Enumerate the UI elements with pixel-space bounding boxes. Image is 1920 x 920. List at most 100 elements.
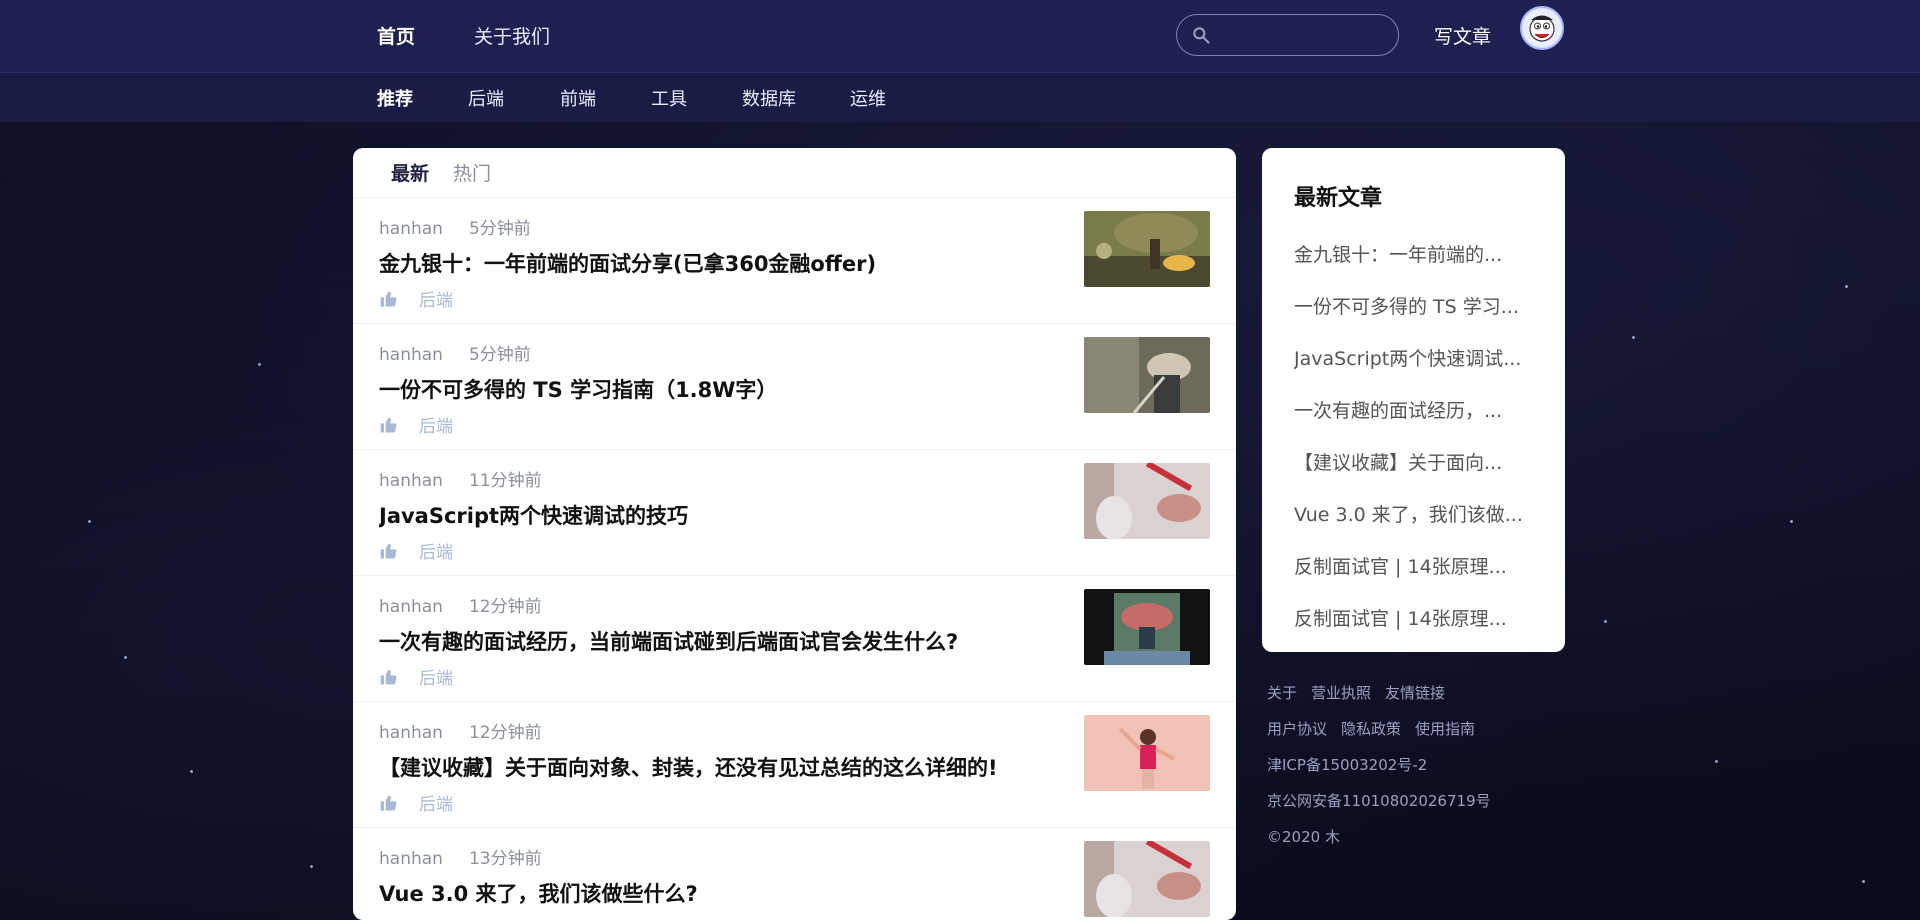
latest-articles-title: 最新文章 xyxy=(1294,186,1383,211)
article-item[interactable]: hanhan 5分钟前 金九银十：一年前端的面试分享(已拿360金融offer) … xyxy=(353,198,1236,324)
latest-article-link[interactable]: 反制面试官 | 14张原理... xyxy=(1294,604,1539,656)
footer-police-record[interactable]: 京公网安备11010802026719号 xyxy=(1267,790,1567,811)
thumbnail-painting-image xyxy=(1084,841,1210,917)
article-title[interactable]: 一份不可多得的 TS 学习指南（1.8W字） xyxy=(379,374,1059,404)
article-author[interactable]: hanhan xyxy=(379,723,443,743)
category-backend[interactable]: 后端 xyxy=(468,85,504,111)
latest-article-link[interactable]: 反制面试官 | 14张原理... xyxy=(1294,552,1539,604)
article-meta: hanhan 13分钟前 xyxy=(379,844,542,869)
latest-article-link[interactable]: JavaScript两个快速调试... xyxy=(1294,344,1539,396)
thumbs-up-icon[interactable] xyxy=(379,793,399,813)
footer-link-guide[interactable]: 使用指南 xyxy=(1415,720,1475,738)
article-title[interactable]: Vue 3.0 来了，我们该做些什么? xyxy=(379,878,1059,908)
article-tag[interactable]: 后端 xyxy=(419,412,453,437)
site-footer: 关于 营业执照 友情链接 用户协议 隐私政策 使用指南 津ICP备15003202号-2… xyxy=(1267,682,1567,862)
article-time: 11分钟前 xyxy=(468,471,542,491)
article-thumbnail[interactable] xyxy=(1084,589,1210,665)
article-thumbnail[interactable] xyxy=(1084,715,1210,791)
article-author[interactable]: hanhan xyxy=(379,219,443,239)
article-time: 12分钟前 xyxy=(468,723,542,743)
nav-home[interactable]: 首页 xyxy=(377,22,415,49)
article-tag[interactable]: 后端 xyxy=(419,790,453,815)
tab-latest[interactable]: 最新 xyxy=(391,159,429,186)
latest-article-link[interactable]: Vue 3.0 来了，我们该做... xyxy=(1294,500,1539,552)
article-item[interactable]: hanhan 11分钟前 JavaScript两个快速调试的技巧 后端 xyxy=(353,450,1236,576)
article-title[interactable]: 金九银十：一年前端的面试分享(已拿360金融offer) xyxy=(379,248,1059,278)
avatar-image-icon xyxy=(1523,9,1561,47)
footer-links-row: 用户协议 隐私政策 使用指南 xyxy=(1267,718,1567,739)
latest-article-link[interactable]: 一次有趣的面试经历，... xyxy=(1294,396,1539,448)
latest-article-link[interactable]: 一份不可多得的 TS 学习... xyxy=(1294,292,1539,344)
search-input[interactable] xyxy=(1219,25,1389,45)
thumbnail-temple-image xyxy=(1084,589,1210,665)
avatar[interactable] xyxy=(1520,6,1564,50)
thumbnail-hiker-image xyxy=(1084,337,1210,413)
thumbs-up-icon[interactable] xyxy=(379,667,399,687)
footer-link-friends[interactable]: 友情链接 xyxy=(1385,684,1445,702)
article-time: 5分钟前 xyxy=(468,219,531,239)
article-list: hanhan 5分钟前 金九银十：一年前端的面试分享(已拿360金融offer) … xyxy=(353,198,1236,920)
article-meta: hanhan 5分钟前 xyxy=(379,340,531,365)
article-item[interactable]: hanhan 5分钟前 一份不可多得的 TS 学习指南（1.8W字） 后端 xyxy=(353,324,1236,450)
footer-link-terms[interactable]: 用户协议 xyxy=(1267,720,1327,738)
article-actions: 后端 xyxy=(379,412,453,437)
article-actions: 后端 xyxy=(379,286,453,311)
article-actions: 后端 xyxy=(379,790,453,815)
footer-links-row: 关于 营业执照 友情链接 xyxy=(1267,682,1567,703)
article-author[interactable]: hanhan xyxy=(379,345,443,365)
article-title[interactable]: 【建议收藏】关于面向对象、封装，还没有见过总结的这么详细的! xyxy=(379,752,1059,782)
article-title[interactable]: 一次有趣的面试经历，当前端面试碰到后端面试官会发生什么? xyxy=(379,626,1059,656)
footer-copyright: ©2020 木 xyxy=(1267,828,1340,846)
article-actions: 后端 xyxy=(379,664,453,689)
thumbnail-tree-image xyxy=(1084,211,1210,287)
footer-link-license[interactable]: 营业执照 xyxy=(1311,684,1371,702)
article-item[interactable]: hanhan 12分钟前 一次有趣的面试经历，当前端面试碰到后端面试官会发生什么?… xyxy=(353,576,1236,702)
article-thumbnail[interactable] xyxy=(1084,841,1210,917)
article-author[interactable]: hanhan xyxy=(379,849,443,869)
article-thumbnail[interactable] xyxy=(1084,211,1210,287)
latest-article-link[interactable]: 金九银十：一年前端的... xyxy=(1294,240,1539,292)
latest-articles-panel: 最新文章 金九银十：一年前端的... 一份不可多得的 TS 学习... Java… xyxy=(1262,148,1565,652)
category-bar: 推荐 后端 前端 工具 数据库 运维 xyxy=(0,72,1920,122)
article-title[interactable]: JavaScript两个快速调试的技巧 xyxy=(379,500,1059,530)
article-thumbnail[interactable] xyxy=(1084,337,1210,413)
search-icon xyxy=(1193,27,1210,44)
category-database[interactable]: 数据库 xyxy=(742,85,796,111)
thumbs-up-icon[interactable] xyxy=(379,541,399,561)
article-meta: hanhan 12分钟前 xyxy=(379,718,542,743)
article-item[interactable]: hanhan 13分钟前 Vue 3.0 来了，我们该做些什么? xyxy=(353,828,1236,920)
article-author[interactable]: hanhan xyxy=(379,471,443,491)
thumbnail-girl-image xyxy=(1084,715,1210,791)
tab-hot[interactable]: 热门 xyxy=(453,159,491,186)
article-tag[interactable]: 后端 xyxy=(419,664,453,689)
footer-link-privacy[interactable]: 隐私政策 xyxy=(1341,720,1401,738)
article-item[interactable]: hanhan 12分钟前 【建议收藏】关于面向对象、封装，还没有见过总结的这么详细… xyxy=(353,702,1236,828)
top-navbar: 首页 关于我们 写文章 xyxy=(0,0,1920,72)
article-author[interactable]: hanhan xyxy=(379,597,443,617)
search-box[interactable] xyxy=(1176,14,1399,56)
article-time: 13分钟前 xyxy=(468,849,542,869)
article-actions: 后端 xyxy=(379,538,453,563)
category-frontend[interactable]: 前端 xyxy=(560,85,596,111)
category-ops[interactable]: 运维 xyxy=(850,85,886,111)
thumbs-up-icon[interactable] xyxy=(379,415,399,435)
article-meta: hanhan 5分钟前 xyxy=(379,214,531,239)
article-meta: hanhan 11分钟前 xyxy=(379,466,542,491)
article-tag[interactable]: 后端 xyxy=(419,286,453,311)
article-meta: hanhan 12分钟前 xyxy=(379,592,542,617)
article-thumbnail[interactable] xyxy=(1084,463,1210,539)
write-article-button[interactable]: 写文章 xyxy=(1434,22,1491,49)
article-tag[interactable]: 后端 xyxy=(419,538,453,563)
article-time: 12分钟前 xyxy=(468,597,542,617)
feed-tabs: 最新 热门 xyxy=(353,148,1236,198)
category-tools[interactable]: 工具 xyxy=(651,85,687,111)
latest-article-link[interactable]: 【建议收藏】关于面向... xyxy=(1294,448,1539,500)
thumbs-up-icon[interactable] xyxy=(379,289,399,309)
article-feed: 最新 热门 hanhan 5分钟前 金九银十：一年前端的面试分享(已拿360金融o… xyxy=(353,148,1236,920)
thumbnail-painting-image xyxy=(1084,463,1210,539)
footer-link-about[interactable]: 关于 xyxy=(1267,684,1297,702)
nav-about[interactable]: 关于我们 xyxy=(474,22,550,49)
footer-icp[interactable]: 津ICP备15003202号-2 xyxy=(1267,754,1567,775)
category-recommend[interactable]: 推荐 xyxy=(377,85,413,111)
article-time: 5分钟前 xyxy=(468,345,531,365)
